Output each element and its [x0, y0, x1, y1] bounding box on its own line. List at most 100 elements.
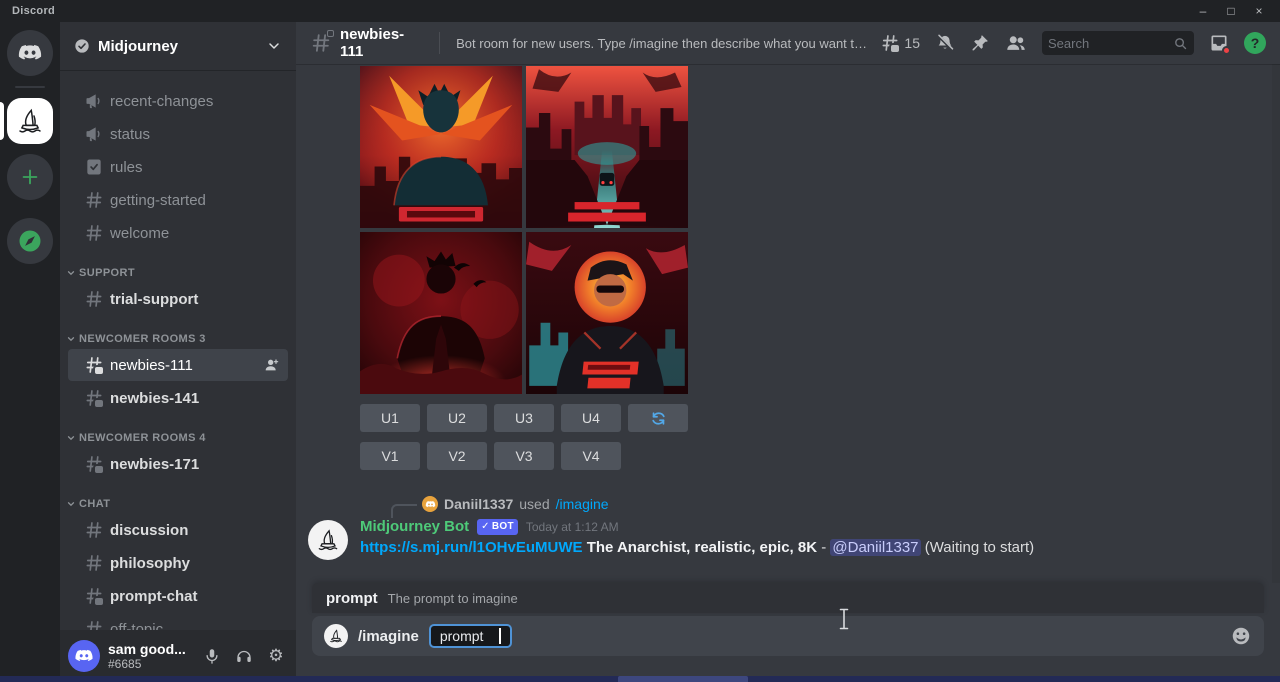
rules-icon — [84, 157, 104, 177]
channel-newbies-171[interactable]: newbies-171 — [68, 448, 288, 480]
midjourney-sailboat-icon — [328, 628, 344, 644]
chevron-down-icon — [266, 38, 282, 54]
inbox-button[interactable] — [1209, 33, 1229, 53]
u3-button[interactable]: U3 — [494, 404, 554, 432]
midjourney-image-grid[interactable] — [360, 66, 688, 394]
channel-label: newbies-171 — [110, 456, 199, 473]
megaphone-icon — [84, 124, 104, 144]
window-title: Discord — [12, 5, 55, 17]
job-link[interactable]: https://s.mj.run/l1OHvEuMUWE — [360, 539, 583, 556]
pinned-messages-button[interactable] — [970, 33, 990, 53]
explore-servers-button[interactable] — [7, 218, 53, 264]
chat-area[interactable]: U1 U2 U3 U4 V1 V2 V3 V4 — [296, 64, 1280, 583]
channel-discussion[interactable]: discussion — [68, 514, 288, 546]
reply-command-link[interactable]: /imagine — [556, 496, 609, 512]
channel-getting-started[interactable]: getting-started — [68, 184, 288, 216]
user-mention[interactable]: @Daniil1337 — [830, 539, 920, 556]
hash-chat-icon — [84, 454, 104, 474]
plus-icon — [19, 166, 41, 188]
channel-sidebar: Midjourney recent-changes status rules g… — [60, 22, 296, 682]
prompt-text: The Anarchist, realistic, epic, 8K — [587, 539, 817, 556]
server-button-midjourney[interactable] — [7, 98, 53, 144]
channel-label: status — [110, 126, 150, 143]
channel-label: rules — [110, 159, 143, 176]
midjourney-sailboat-icon — [15, 106, 45, 136]
hash-chat-icon — [84, 388, 104, 408]
text-caret — [499, 628, 501, 644]
channel-recent-changes[interactable]: recent-changes — [68, 85, 288, 117]
channel-rules[interactable]: rules — [68, 151, 288, 183]
v1-button[interactable]: V1 — [360, 442, 420, 470]
discord-logo-icon — [425, 499, 436, 510]
user-panel: sam good... #6685 ⚙ — [60, 630, 296, 682]
category-newcomer-rooms-4[interactable]: NEWCOMER ROOMS 4 — [60, 432, 296, 444]
user-avatar[interactable] — [68, 640, 100, 672]
channel-trial-support[interactable]: trial-support — [68, 283, 288, 315]
channel-off-topic[interactable]: off-topic — [68, 613, 288, 630]
add-server-button[interactable] — [7, 154, 53, 200]
generated-image-4[interactable] — [526, 232, 688, 394]
v4-button[interactable]: V4 — [561, 442, 621, 470]
channel-label: newbies-111 — [110, 357, 193, 374]
variation-button-row: V1 V2 V3 V4 — [360, 442, 1280, 470]
channel-welcome[interactable]: welcome — [68, 217, 288, 249]
minimize-button[interactable]: – — [1192, 2, 1214, 20]
channel-newbies-141[interactable]: newbies-141 — [68, 382, 288, 414]
channel-label: discussion — [110, 522, 188, 539]
reply-author[interactable]: Daniil1337 — [444, 496, 513, 512]
slash-command-hint[interactable]: prompt The prompt to imagine — [312, 583, 1264, 613]
help-button[interactable]: ? — [1244, 32, 1266, 54]
channel-newbies-111[interactable]: newbies-111 — [68, 349, 288, 381]
category-chat[interactable]: CHAT — [60, 498, 296, 510]
mic-button[interactable] — [200, 647, 224, 665]
maximize-button[interactable]: □ — [1220, 2, 1242, 20]
hash-icon — [84, 553, 104, 573]
taskbar-edge — [0, 676, 1280, 682]
rail-divider — [15, 86, 45, 88]
v3-button[interactable]: V3 — [494, 442, 554, 470]
channel-topic[interactable]: Bot room for new users. Type /imagine th… — [456, 36, 872, 51]
category-support[interactable]: SUPPORT — [60, 267, 296, 279]
channel-list[interactable]: recent-changes status rules getting-star… — [60, 70, 296, 630]
message-input[interactable]: /imagine prompt — [312, 616, 1264, 656]
emoji-picker-button[interactable] — [1230, 625, 1252, 647]
notifications-muted-button[interactable] — [935, 33, 955, 53]
category-newcomer-rooms-3[interactable]: NEWCOMER ROOMS 3 — [60, 333, 296, 345]
threads-button[interactable]: 15 — [880, 33, 920, 53]
reroll-button[interactable] — [628, 404, 688, 432]
verified-badge-icon — [74, 38, 90, 54]
composer: prompt The prompt to imagine /imagine pr… — [296, 583, 1280, 682]
v2-button[interactable]: V2 — [427, 442, 487, 470]
generated-image-2[interactable] — [526, 66, 688, 228]
bot-avatar[interactable] — [308, 520, 348, 560]
channel-prompt-chat[interactable]: prompt-chat — [68, 580, 288, 612]
u1-button[interactable]: U1 — [360, 404, 420, 432]
prompt-option-field[interactable]: prompt — [429, 624, 513, 648]
chevron-down-icon — [66, 268, 76, 278]
settings-gear-button[interactable]: ⚙ — [264, 646, 288, 666]
close-button[interactable]: × — [1248, 2, 1270, 20]
channel-philosophy[interactable]: philosophy — [68, 547, 288, 579]
channel-label: getting-started — [110, 192, 206, 209]
headphones-button[interactable] — [232, 647, 256, 665]
server-header[interactable]: Midjourney — [60, 22, 296, 70]
megaphone-icon — [84, 91, 104, 111]
channel-header: newbies-111 Bot room for new users. Type… — [296, 22, 1280, 64]
generated-image-1[interactable] — [360, 66, 522, 228]
user-discriminator: #6685 — [108, 657, 192, 671]
hash-icon — [84, 223, 104, 243]
bot-author-name[interactable]: Midjourney Bot — [360, 518, 469, 535]
u2-button[interactable]: U2 — [427, 404, 487, 432]
reply-author-avatar[interactable] — [422, 496, 438, 512]
u4-button[interactable]: U4 — [561, 404, 621, 432]
generated-image-3[interactable] — [360, 232, 522, 394]
reroll-icon — [650, 410, 667, 427]
home-button[interactable] — [7, 30, 53, 76]
member-list-button[interactable] — [1005, 32, 1027, 54]
invite-people-icon[interactable] — [264, 357, 280, 373]
prompt-option-value: prompt — [440, 628, 484, 644]
channel-label: philosophy — [110, 555, 190, 572]
reply-context[interactable]: Daniil1337 used /imagine — [391, 496, 1280, 512]
search-input[interactable]: Search — [1042, 31, 1194, 55]
channel-status[interactable]: status — [68, 118, 288, 150]
